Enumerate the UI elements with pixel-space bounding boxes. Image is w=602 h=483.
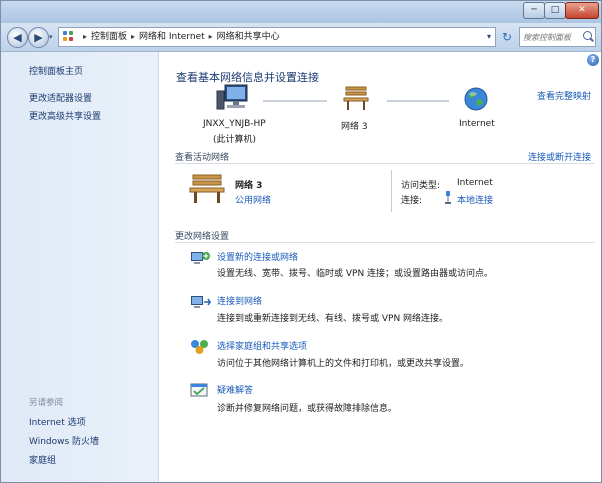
- sidebar: 控制面板主页 更改适配器设置 更改高级共享设置 另请参阅 Internet 选项…: [1, 52, 159, 482]
- breadcrumb-separator[interactable]: ▸: [205, 32, 217, 41]
- computer-name: JNXX_YNJB-HP: [203, 119, 266, 129]
- see-also-heading: 另请参阅: [29, 398, 64, 408]
- connect-network-icon: [191, 296, 211, 308]
- computer-icon[interactable]: [215, 83, 255, 113]
- breadcrumb-item-network-internet[interactable]: 网络和 Internet: [139, 32, 205, 42]
- internet-globe-icon[interactable]: [463, 86, 489, 112]
- breadcrumb-item-control-panel[interactable]: 控制面板: [91, 32, 127, 42]
- search-input[interactable]: [523, 29, 581, 45]
- sidebar-link-advanced-sharing[interactable]: 更改高级共享设置: [29, 109, 101, 122]
- close-button[interactable]: ✕: [565, 2, 599, 19]
- breadcrumb-item-network-sharing-center[interactable]: 网络和共享中心: [217, 32, 280, 42]
- network-map-label: 网络 3: [341, 122, 368, 132]
- maximize-button[interactable]: □: [544, 2, 566, 19]
- local-connection-icon: [445, 191, 451, 204]
- new-connection-icon: [191, 252, 210, 264]
- local-connection-link[interactable]: 本地连接: [457, 193, 493, 206]
- network-sharing-center-window: ─ □ ✕ ◀ ▶ ▾ ▸ 控制面板 ▸ 网络和 Internet ▸ 网络和共享中心 ▾…: [0, 0, 602, 483]
- sidebar-link-windows-firewall[interactable]: Windows 防火墙: [29, 434, 99, 447]
- refresh-button[interactable]: ↻: [499, 29, 515, 45]
- task-new-connection-description: 设置无线、宽带、拨号、临时或 VPN 连接；或设置路由器或访问点。: [217, 269, 494, 279]
- search-icon[interactable]: [583, 31, 592, 40]
- sidebar-link-internet-options[interactable]: Internet 选项: [29, 415, 86, 428]
- task-new-connection-link[interactable]: 设置新的连接或网络: [217, 250, 298, 263]
- address-bar[interactable]: ▸ 控制面板 ▸ 网络和 Internet ▸ 网络和共享中心 ▾: [58, 27, 496, 47]
- homegroup-icon: [191, 340, 208, 354]
- task-connect-network-link[interactable]: 连接到网络: [217, 294, 262, 307]
- view-full-map-link[interactable]: 查看完整映射: [537, 89, 591, 102]
- search-box[interactable]: [519, 27, 596, 47]
- network-bench-icon[interactable]: [341, 85, 371, 113]
- active-network-bench-icon: [189, 174, 225, 203]
- task-troubleshoot-description: 诊断并修复网络问题，或获得故障排除信息。: [217, 404, 398, 414]
- control-panel-icon: [63, 31, 75, 43]
- title-bar: ─ □ ✕: [1, 1, 601, 23]
- connection-line-network-internet: [387, 100, 449, 102]
- back-button[interactable]: ◀: [7, 27, 28, 48]
- computer-caption: (此计算机): [213, 135, 257, 145]
- breadcrumb: ▸ 控制面板 ▸ 网络和 Internet ▸ 网络和共享中心: [79, 28, 280, 46]
- active-network-name: 网络 3: [235, 181, 263, 191]
- recent-pages-dropdown[interactable]: ▾: [49, 33, 53, 41]
- task-connect-network-description: 连接到或重新连接到无线、有线、拨号或 VPN 网络连接。: [217, 314, 449, 324]
- breadcrumb-separator[interactable]: ▸: [127, 32, 139, 41]
- internet-map-label: Internet: [459, 119, 495, 129]
- active-networks-heading: 查看活动网络: [175, 153, 230, 163]
- navigation-bar: ◀ ▶ ▾ ▸ 控制面板 ▸ 网络和 Internet ▸ 网络和共享中心 ▾ ↻: [1, 23, 601, 52]
- sidebar-link-control-panel-home[interactable]: 控制面板主页: [29, 64, 83, 77]
- task-homegroup-link[interactable]: 选择家庭组和共享选项: [217, 339, 307, 352]
- active-networks-divider: [175, 163, 595, 164]
- task-troubleshoot-link[interactable]: 疑难解答: [217, 383, 253, 396]
- help-icon[interactable]: ?: [587, 54, 599, 66]
- connections-label: 连接:: [401, 196, 423, 206]
- address-dropdown-icon[interactable]: ▾: [487, 28, 491, 46]
- main-panel: ? 查看基本网络信息并设置连接 查看完整映射 JNXX_YNJB-HP (此计算…: [159, 52, 601, 482]
- access-type-label: 访问类型:: [401, 181, 441, 191]
- task-homegroup-description: 访问位于其他网络计算机上的文件和打印机，或更改共享设置。: [217, 359, 470, 369]
- connection-line-computer-network: [263, 100, 327, 102]
- breadcrumb-separator: ▸: [83, 32, 88, 41]
- forward-button[interactable]: ▶: [28, 27, 49, 48]
- network-type-link[interactable]: 公用网络: [235, 193, 271, 206]
- troubleshoot-icon: [190, 383, 208, 397]
- minimize-button[interactable]: ─: [523, 2, 545, 19]
- access-type-value: Internet: [457, 178, 493, 188]
- active-network-separator: [391, 170, 392, 212]
- change-settings-divider: [175, 242, 595, 243]
- sidebar-link-homegroup[interactable]: 家庭组: [29, 453, 56, 466]
- connect-disconnect-link[interactable]: 连接或断开连接: [528, 150, 591, 163]
- change-settings-heading: 更改网络设置: [175, 232, 230, 242]
- sidebar-link-change-adapter-settings[interactable]: 更改适配器设置: [29, 91, 92, 104]
